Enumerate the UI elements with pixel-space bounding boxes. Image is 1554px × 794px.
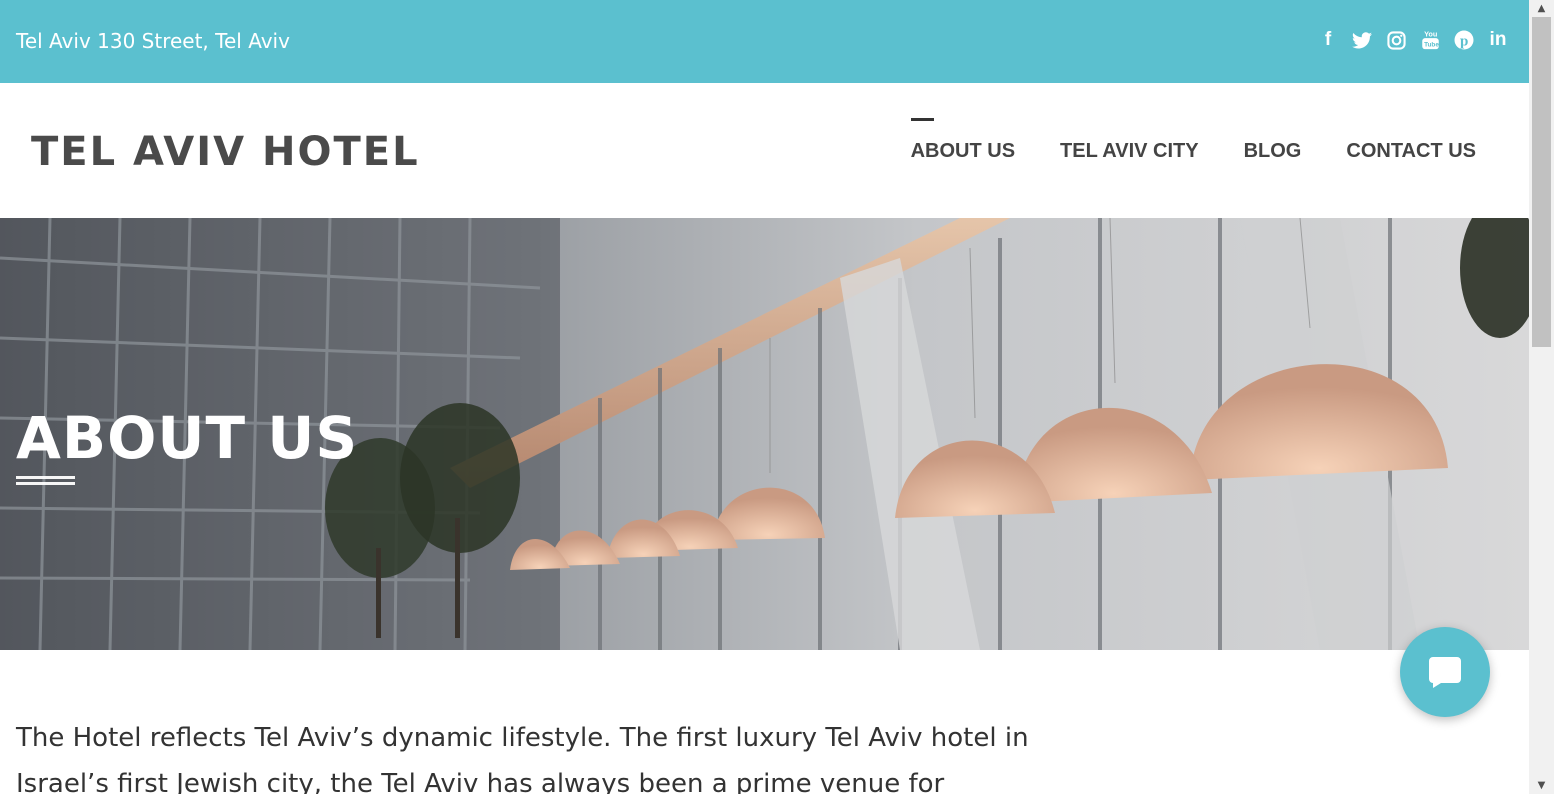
twitter-icon[interactable] xyxy=(1351,28,1373,52)
main-nav: ABOUT US TEL AVIV CITY BLOG CONTACT US xyxy=(910,118,1476,163)
hero-title-underline xyxy=(16,476,75,485)
chat-bubble-icon xyxy=(1429,657,1461,688)
svg-text:p: p xyxy=(1460,34,1468,50)
chat-button[interactable] xyxy=(1400,627,1490,717)
youtube-icon[interactable]: You Tube xyxy=(1419,28,1441,52)
pinterest-icon[interactable]: p xyxy=(1453,28,1475,52)
nav-item-contact-us[interactable]: CONTACT US xyxy=(1346,140,1476,163)
social-links: f You Tube p in xyxy=(1317,28,1509,52)
top-bar: Tel Aviv 130 Street, Tel Aviv f You Tube … xyxy=(0,0,1529,83)
site-header: TEL AVIV HOTEL ABOUT US TEL AVIV CITY BL… xyxy=(0,83,1529,218)
about-paragraph: The Hotel reflects Tel Aviv’s dynamic li… xyxy=(16,723,1029,794)
linkedin-icon[interactable]: in xyxy=(1487,28,1509,52)
page-scrollbar[interactable]: ▲ ▼ xyxy=(1529,0,1554,794)
hero-banner: ABOUT US xyxy=(0,218,1529,650)
scrollbar-thumb[interactable] xyxy=(1532,17,1551,347)
scroll-up-arrow-icon[interactable]: ▲ xyxy=(1529,0,1554,17)
site-logo[interactable]: TEL AVIV HOTEL xyxy=(31,129,420,175)
address-text: Tel Aviv 130 Street, Tel Aviv xyxy=(16,29,290,53)
hero-title: ABOUT US xyxy=(16,404,359,472)
nav-item-blog[interactable]: BLOG xyxy=(1244,140,1302,163)
scroll-down-arrow-icon[interactable]: ▼ xyxy=(1529,777,1554,794)
instagram-icon[interactable] xyxy=(1385,28,1407,52)
nav-item-tel-aviv-city[interactable]: TEL AVIV CITY xyxy=(1060,140,1199,163)
nav-item-about-us[interactable]: ABOUT US xyxy=(910,118,1015,163)
svg-text:Tube: Tube xyxy=(1424,41,1439,48)
facebook-icon[interactable]: f xyxy=(1317,28,1339,52)
svg-text:You: You xyxy=(1424,29,1437,38)
